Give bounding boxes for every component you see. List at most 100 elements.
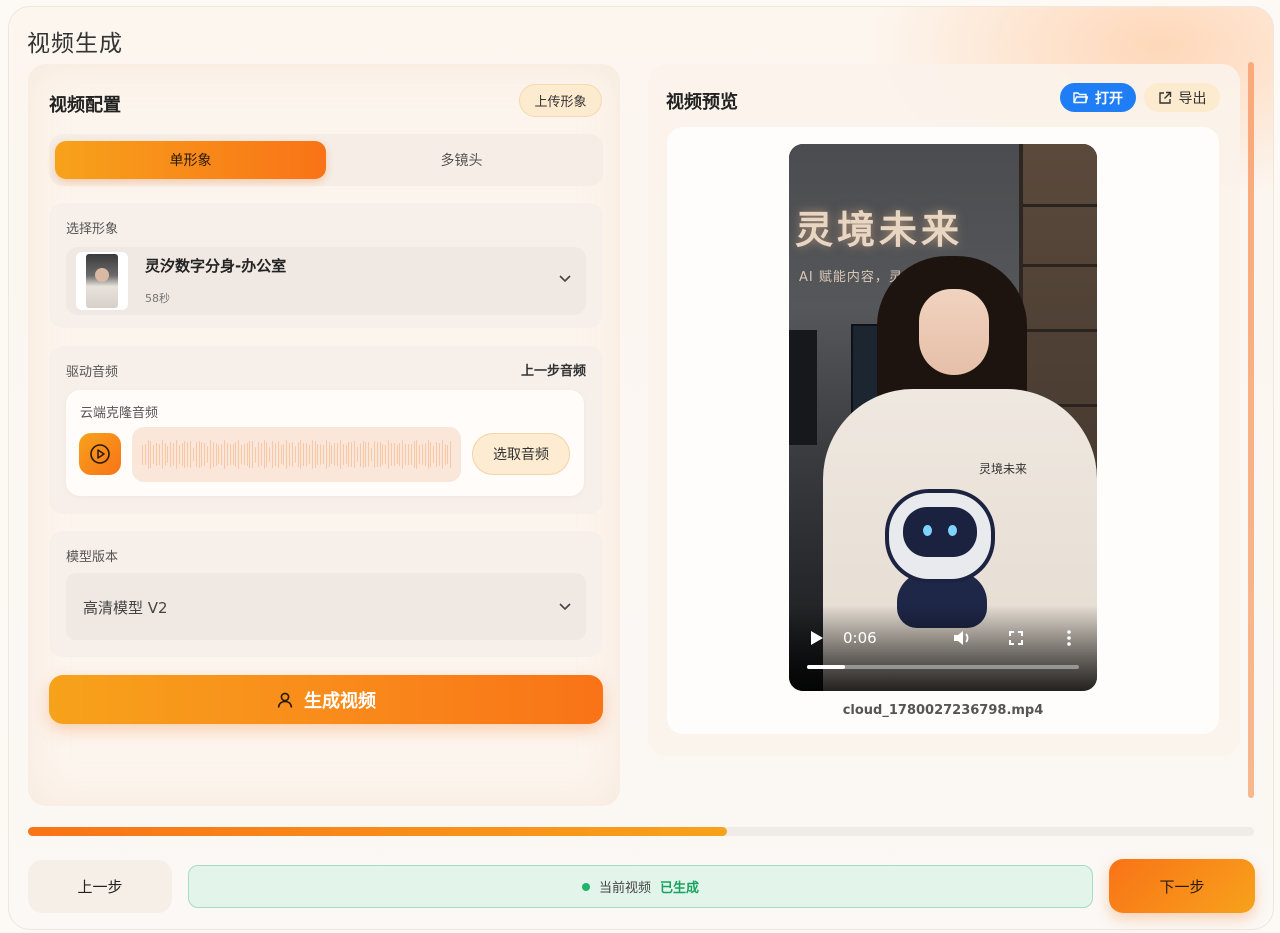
avatar-select[interactable]: 灵汐数字分身-办公室 58秒: [66, 247, 586, 315]
preview-title: 视频预览: [666, 92, 738, 113]
waveform-bar: [181, 443, 183, 466]
upload-avatar-button[interactable]: 上传形象: [519, 84, 602, 117]
status-dot-icon: [581, 882, 590, 891]
video-controls: 0:06: [789, 605, 1097, 691]
waveform-bar: [173, 442, 174, 467]
waveform-bar: [269, 446, 271, 463]
waveform-bar: [243, 444, 245, 465]
waveform-bar: [396, 444, 398, 465]
generate-video-button[interactable]: 生成视频: [49, 675, 603, 724]
waveform-bar: [444, 443, 446, 466]
waveform-bar: [224, 439, 225, 470]
status-bar: 当前视频 已生成: [188, 865, 1093, 908]
waveform-bar: [342, 444, 344, 465]
audio-source-box: 云端克隆音频 选取音频: [66, 390, 584, 496]
scrollbar[interactable]: [1248, 62, 1254, 798]
play-audio-button[interactable]: [79, 433, 121, 475]
audio-label: 驱动音频: [66, 365, 119, 380]
waveform-bar: [294, 446, 296, 463]
pick-audio-button[interactable]: 选取音频: [472, 433, 570, 475]
waveform-bar: [204, 443, 206, 466]
waveform-bar: [156, 442, 157, 467]
waveform-bar: [379, 441, 381, 468]
waveform-bar: [399, 442, 401, 467]
waveform-bar: [427, 440, 429, 469]
waveform-bar: [424, 443, 426, 466]
waveform-bar: [334, 442, 336, 467]
waveform-bar: [325, 439, 327, 470]
volume-icon[interactable]: [952, 629, 972, 647]
more-options-icon[interactable]: [1067, 629, 1071, 647]
tab-multi-shot[interactable]: 多镜头: [326, 141, 597, 179]
waveform-bar: [170, 441, 172, 468]
waveform-bar: [201, 442, 203, 467]
export-button[interactable]: 导出: [1144, 83, 1220, 112]
waveform-bar: [198, 440, 200, 469]
waveform-bar: [339, 439, 341, 470]
export-label: 导出: [1178, 90, 1207, 107]
waveform-bar: [362, 441, 364, 468]
waveform-bar: [280, 444, 282, 465]
video-seekbar[interactable]: [807, 665, 1079, 669]
waveform-bar: [291, 441, 293, 468]
waveform-bar: [153, 444, 155, 465]
waveform-bar: [142, 444, 143, 465]
waveform-bar: [283, 444, 285, 465]
waveform-bar: [286, 440, 288, 469]
waveform-bar: [277, 440, 279, 469]
model-select[interactable]: 高清模型 V2: [66, 573, 586, 640]
waveform-bar: [421, 443, 423, 466]
waveform-bar: [246, 442, 248, 467]
waveform-bar: [317, 443, 319, 466]
hoodie-print: 灵境未来: [979, 462, 1028, 476]
waveform-bar: [390, 442, 392, 467]
waveform-bar: [331, 444, 333, 465]
waveform-bar: [150, 441, 152, 468]
preview-container: 灵境未来 AI 赋能内容，灵境创 灵境未来 0:06 cloud_1780027…: [667, 127, 1219, 734]
status-label: 当前视频: [598, 881, 651, 896]
waveform-bar: [405, 444, 406, 465]
waveform-bar: [212, 441, 214, 468]
next-step-button[interactable]: 下一步: [1109, 859, 1255, 913]
waveform-bar: [147, 440, 149, 469]
waveform-bar: [235, 442, 237, 467]
video-file-name: cloud_1780027236798.mp4: [842, 703, 1044, 718]
config-title: 视频配置: [49, 95, 121, 116]
waveform-bar: [297, 442, 299, 467]
waveform-bar: [195, 441, 197, 468]
waveform-bar: [393, 442, 395, 467]
waveform-bar: [167, 445, 169, 464]
waveform-bar: [255, 446, 256, 463]
prev-step-audio-link[interactable]: 上一步音频: [521, 360, 586, 379]
waveform-bar: [263, 440, 265, 469]
audio-waveform[interactable]: [132, 427, 461, 482]
waveform-bar: [450, 440, 452, 469]
waveform-bar: [328, 442, 330, 467]
waveform-bar: [441, 440, 443, 469]
model-value: 高清模型 V2: [83, 599, 168, 617]
waveform-bar: [337, 443, 338, 466]
waveform-bar: [433, 446, 435, 463]
presenter-face: [919, 289, 989, 375]
waveform-bar: [368, 442, 370, 467]
waveform-bar: [207, 446, 208, 463]
video-time: 0:06: [843, 629, 877, 647]
waveform-bar: [164, 443, 166, 466]
waveform-bar: [385, 444, 387, 465]
fullscreen-icon[interactable]: [1009, 631, 1023, 645]
waveform-bar: [388, 439, 389, 470]
prev-step-button[interactable]: 上一步: [28, 860, 172, 913]
waveform-bar: [161, 439, 163, 470]
generate-video-label: 生成视频: [304, 690, 376, 712]
open-button[interactable]: 打开: [1060, 83, 1136, 112]
tab-single-avatar[interactable]: 单形象: [55, 141, 326, 179]
waveform-bar: [221, 444, 223, 465]
monitor: [789, 330, 817, 445]
waveform-bar: [314, 440, 316, 469]
play-icon[interactable]: [811, 631, 823, 645]
waveform-bar: [436, 441, 437, 468]
status-value: 已生成: [660, 881, 700, 896]
waveform-bar: [351, 442, 353, 467]
video-player[interactable]: 灵境未来 AI 赋能内容，灵境创 灵境未来 0:06: [789, 144, 1097, 691]
waveform-bar: [373, 440, 375, 469]
